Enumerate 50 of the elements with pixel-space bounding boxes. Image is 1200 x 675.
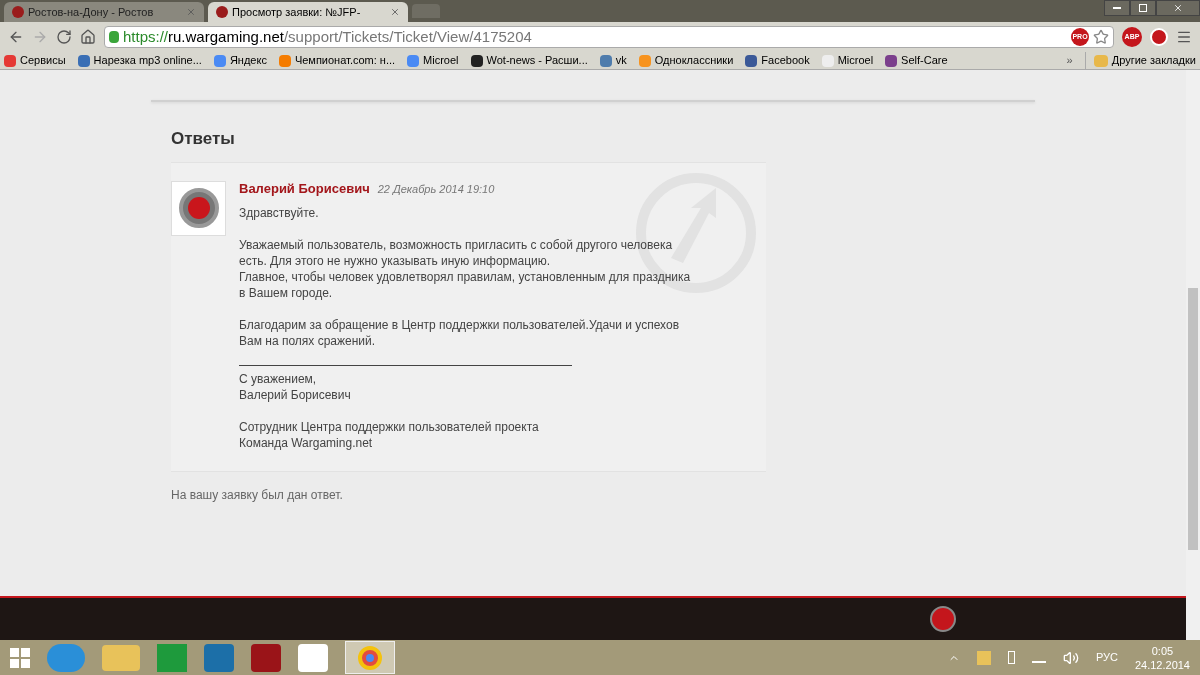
- message-paragraph: Уважаемый пользователь, возможность пригласить с собой другого человека есть. Для этого не нужно указывать иную информацию. Главное, чтобы человек удовлетворял правилам, установленным для праздника в Вашем городе.: [239, 236, 691, 301]
- bookmarks-overflow-button[interactable]: »: [1066, 52, 1073, 69]
- message-paragraph: Благодарим за обращение в Центр поддержки пользователей.Удачи и успехов Вам на полях сражений.: [239, 316, 680, 349]
- scrollbar[interactable]: [1186, 70, 1200, 640]
- message-paragraph: Здравствуйте.: [239, 204, 320, 221]
- bookmark-link[interactable]: Self-Care: [885, 52, 948, 69]
- reload-icon[interactable]: [56, 29, 72, 45]
- star-icon[interactable]: [1093, 29, 1109, 45]
- bookmark-link[interactable]: Microel: [407, 52, 459, 69]
- status-note: На вашу заявку был дан ответ.: [171, 486, 344, 504]
- home-icon[interactable]: [80, 29, 96, 45]
- restore-button[interactable]: [1130, 0, 1156, 16]
- bookmark-favicon-icon: [213, 54, 226, 67]
- browser-tab[interactable]: Просмотр заявки: №JFP-: [208, 2, 408, 22]
- close-icon[interactable]: [390, 7, 400, 17]
- reply-date: 22 Декабрь 2014 19:10: [377, 181, 495, 197]
- bookmark-link[interactable]: vk: [599, 52, 627, 69]
- author-name[interactable]: Валерий Борисевич: [239, 180, 370, 197]
- bookmark-link[interactable]: Нарезка mp3 online...: [77, 52, 202, 69]
- bookmark-link[interactable]: Чемпионат.com: н...: [278, 52, 396, 69]
- bookmark-favicon-icon: [638, 54, 651, 67]
- bookmark-favicon-icon: [278, 54, 291, 67]
- bookmark-link[interactable]: Microel: [821, 52, 874, 69]
- close-icon: [1173, 3, 1183, 13]
- signature-text: Сотрудник Центра поддержки пользователей проекта Команда Wargaming.net: [239, 418, 540, 451]
- favicon-icon: [216, 6, 228, 18]
- bookmark-favicon-icon: [4, 54, 16, 67]
- bookmark-favicon-icon: [77, 54, 90, 67]
- bookmark-favicon-icon: [885, 54, 898, 67]
- signature-text: С уважением, Валерий Борисевич: [239, 370, 352, 403]
- close-icon[interactable]: [186, 7, 196, 17]
- bookmark-favicon-icon: [745, 54, 758, 67]
- bookmark-link[interactable]: Яндекс: [213, 52, 267, 69]
- favicon-icon: [12, 6, 24, 18]
- back-icon[interactable]: [8, 29, 24, 45]
- bookmark-link[interactable]: Wot-news - Расши...: [470, 52, 588, 69]
- bookmark-favicon-icon: [821, 54, 834, 67]
- section-heading: Ответы: [171, 128, 236, 150]
- bookmark-favicon-icon: [407, 54, 420, 67]
- bookmark-link[interactable]: Одноклассники: [638, 52, 734, 69]
- minimize-button[interactable]: [1104, 0, 1130, 16]
- bookmark-favicon-icon: [599, 54, 612, 67]
- chrome-taskbar-button[interactable]: [345, 641, 395, 674]
- bookmark-link[interactable]: Сервисы: [4, 52, 66, 69]
- bookmark-favicon-icon: [470, 54, 483, 67]
- menu-icon[interactable]: [1176, 29, 1192, 45]
- browser-tab[interactable]: Ростов-на-Дону - Ростов: [4, 2, 204, 22]
- bookmark-link[interactable]: Facebook: [745, 52, 810, 69]
- volume-icon[interactable]: [1062, 649, 1079, 666]
- other-bookmarks-folder[interactable]: Другие закладки: [1084, 52, 1196, 69]
